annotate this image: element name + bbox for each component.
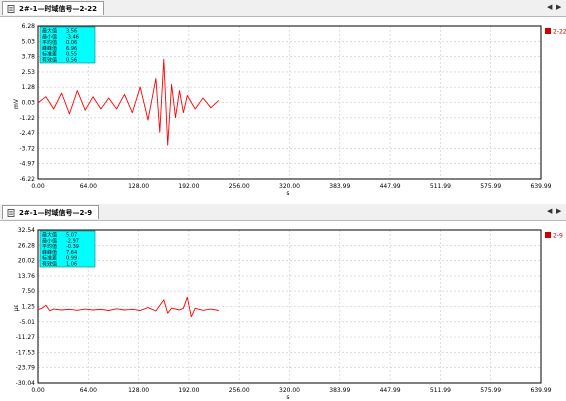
x-tick-label: 192.00 xyxy=(178,387,199,394)
x-tick-label: 575.99 xyxy=(480,387,501,394)
legend-label: 2-22 xyxy=(553,29,566,36)
x-axis-label: s xyxy=(286,190,289,197)
statistic-label: 有效值 xyxy=(42,261,57,268)
chart-window-bottom: 2#-1—时域信号—2-9 ◀ ▶ με s 32.54 26.28 20.02 13… xyxy=(0,204,566,401)
y-tick-label: -11.27 xyxy=(16,334,36,341)
y-tick-label: 2.53 xyxy=(22,69,36,76)
x-axis-label: s xyxy=(286,394,289,401)
y-tick-labels: 6.28 5.03 3.78 2.53 1.28 0.03 -1.22 -2.47 -3.72 -… xyxy=(19,23,35,183)
x-tick-label: 128.00 xyxy=(128,387,149,394)
x-tick-label: 64.00 xyxy=(80,387,97,394)
y-tick-label: 3.78 xyxy=(22,54,36,61)
statistic-label: 有效值 xyxy=(42,57,57,64)
chart-top: mV s 6.28 5.03 3.78 2.53 1.28 0.03 -1.22 -2.47 -… xyxy=(13,23,566,197)
x-tick-label: 0.00 xyxy=(31,183,45,190)
x-tick-label: 192.00 xyxy=(178,183,199,190)
tab-title: 2#-1—时域信号—2-22 xyxy=(19,4,98,13)
statistics-box: 最大值 3.56最小值 -3.46平均值 0.06峰峰值 6.96标准差 0.55有效值 0… xyxy=(39,26,96,64)
y-tick-label: -1.22 xyxy=(19,115,35,122)
series-line xyxy=(37,296,219,318)
gridlines xyxy=(38,230,541,383)
legend[interactable]: 2-22 xyxy=(545,28,566,36)
x-tick-label: 639.99 xyxy=(531,183,552,190)
tab-prev-button[interactable]: ◀ xyxy=(547,205,552,217)
y-tick-label: -4.97 xyxy=(19,161,35,168)
x-tick-label: 511.99 xyxy=(430,183,451,190)
x-tick-label: 64.00 xyxy=(80,183,97,190)
legend-icon xyxy=(545,28,551,34)
legend[interactable]: 2-9 xyxy=(545,232,563,240)
chart-bottom: με s 32.54 26.28 20.02 13.76 7.50 1.25 -5.01 -1… xyxy=(13,227,563,401)
y-tick-label: 13.76 xyxy=(18,273,35,280)
y-tick-label: -3.72 xyxy=(19,145,35,152)
x-tick-label: 256.00 xyxy=(229,387,250,394)
y-tick-label: -23.79 xyxy=(16,365,36,372)
document-icon xyxy=(7,208,15,217)
y-tick-label: 7.50 xyxy=(22,288,36,295)
x-tick-labels: 0.00 64.00 128.00 192.00 256.00 320.00 383.99 4… xyxy=(31,183,551,190)
y-tick-label: 32.54 xyxy=(18,227,35,234)
x-tick-label: 383.99 xyxy=(329,183,350,190)
tab-next-button[interactable]: ▶ xyxy=(556,205,561,217)
tab-chart-top[interactable]: 2#-1—时域信号—2-22 xyxy=(2,1,105,15)
x-tick-label: 0.00 xyxy=(31,387,45,394)
y-axis-label: mV xyxy=(13,98,20,109)
statistics-box: 最大值 5.07最小值 -2.97平均值 -0.39峰峰值 7.64标准差 0.99有效值… xyxy=(39,230,96,268)
y-tick-label: 5.03 xyxy=(22,38,36,45)
x-tick-label: 320.00 xyxy=(279,387,300,394)
tab-chart-bottom[interactable]: 2#-1—时域信号—2-9 xyxy=(2,205,100,219)
statistic-value: 1.06 xyxy=(66,262,77,268)
x-tick-label: 639.99 xyxy=(531,387,552,394)
y-tick-label: 20.02 xyxy=(18,258,35,265)
y-tick-label: -5.01 xyxy=(19,319,35,326)
x-tick-label: 320.00 xyxy=(279,183,300,190)
signal-series xyxy=(37,296,219,318)
tab-bar: 2#-1—时域信号—2-9 ◀ ▶ xyxy=(0,204,566,221)
tab-bar: 2#-1—时域信号—2-22 ◀ ▶ xyxy=(0,0,566,17)
y-tick-label: -30.04 xyxy=(16,380,36,387)
x-tick-label: 447.99 xyxy=(380,183,401,190)
y-tick-label: 6.28 xyxy=(22,23,36,30)
tab-title: 2#-1—时域信号—2-9 xyxy=(19,208,93,217)
y-tick-label: -17.53 xyxy=(16,349,36,356)
y-tick-label: -2.47 xyxy=(19,130,35,137)
x-tick-label: 383.99 xyxy=(329,387,350,394)
tab-prev-button[interactable]: ◀ xyxy=(547,1,552,13)
gridlines xyxy=(38,26,541,179)
y-tick-label: 1.25 xyxy=(22,304,36,311)
x-tick-label: 256.00 xyxy=(229,183,250,190)
y-tick-label: -6.22 xyxy=(19,176,35,183)
x-tick-label: 575.99 xyxy=(480,183,501,190)
x-tick-label: 447.99 xyxy=(380,387,401,394)
chart-window-top: 2#-1—时域信号—2-22 ◀ ▶ mV s 6.28 5.03 3.78 2.53… xyxy=(0,0,566,197)
tab-next-button[interactable]: ▶ xyxy=(556,1,561,13)
legend-label: 2-9 xyxy=(553,233,563,240)
y-tick-label: 0.03 xyxy=(22,100,36,107)
document-icon xyxy=(7,4,15,13)
x-tick-label: 511.99 xyxy=(430,387,451,394)
y-tick-label: 26.28 xyxy=(18,242,35,249)
statistic-value: 0.56 xyxy=(66,58,77,64)
y-tick-label: 1.28 xyxy=(22,84,36,91)
x-tick-labels: 0.00 64.00 128.00 192.00 256.00 320.00 383.99 4… xyxy=(31,387,551,394)
legend-icon xyxy=(545,232,551,238)
y-axis-label: με xyxy=(13,304,20,311)
x-tick-label: 128.00 xyxy=(128,183,149,190)
